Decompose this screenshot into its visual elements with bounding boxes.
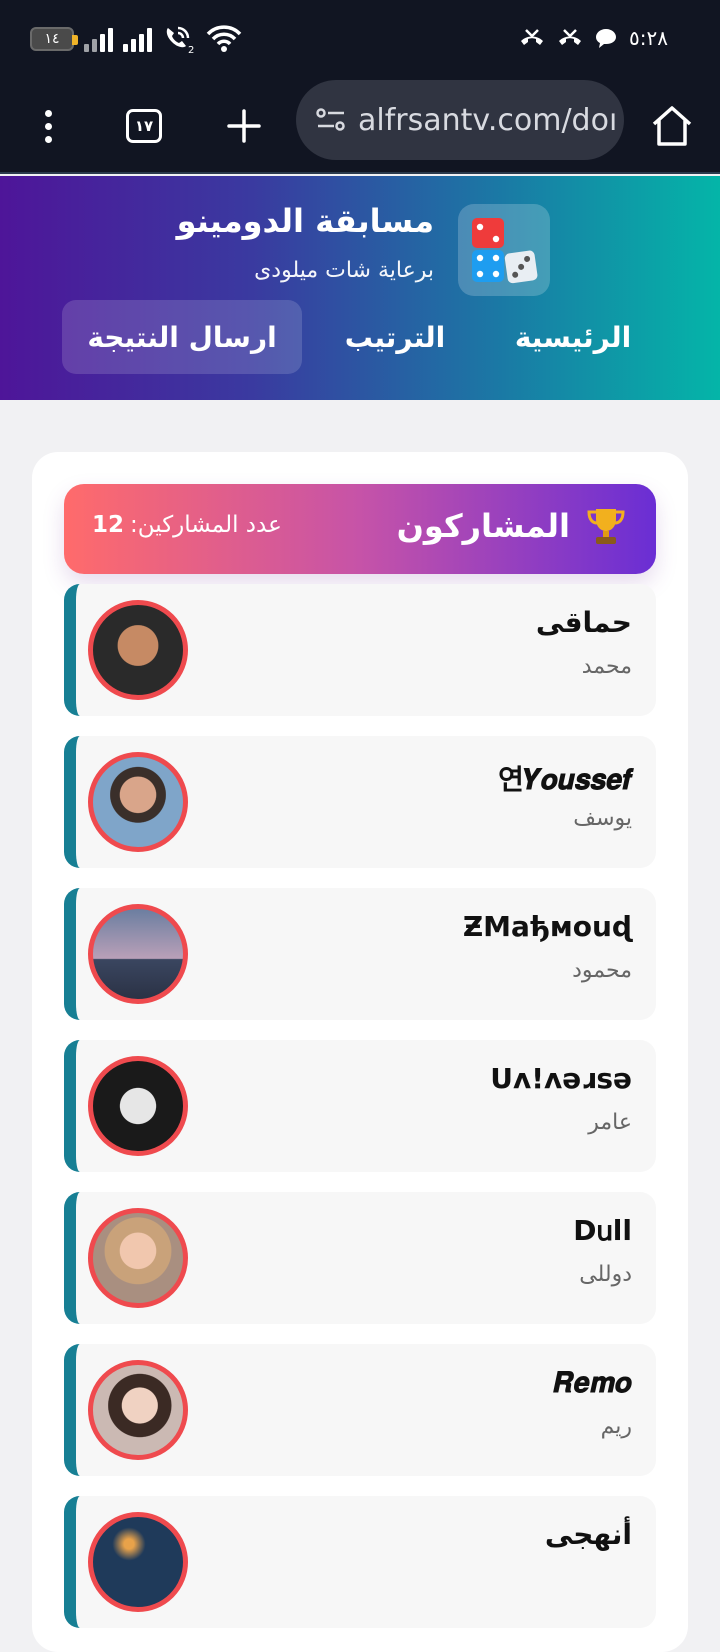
nav-home-link[interactable]: الرئيسية: [498, 300, 648, 374]
avatar: [88, 1360, 188, 1460]
participant-name: أنهجى: [544, 1518, 632, 1551]
nav-submit-result-link[interactable]: ارسال النتيجة: [62, 300, 302, 374]
site-subtitle: برعاية شات ميلودى: [254, 258, 434, 283]
new-tab-icon[interactable]: [220, 102, 268, 150]
wifi-icon: [206, 25, 242, 52]
signal-icon-2: [123, 26, 152, 52]
sim-label: 2: [188, 45, 194, 54]
participant-subtitle: محمد: [581, 654, 632, 679]
participants-count: عدد المشاركين: 12: [92, 512, 282, 538]
participant-row[interactable]: 𝑹𝒆𝒎𝒐 ريم: [64, 1344, 656, 1476]
chat-bubble-icon: [596, 29, 617, 48]
participant-subtitle: ريم: [600, 1414, 632, 1439]
url-text: alfrsantv.com/doı: [358, 102, 618, 138]
clock: ٥:٢٨: [629, 26, 668, 50]
missed-call-icon: [521, 29, 544, 45]
participant-subtitle: دوللى: [579, 1262, 632, 1287]
domino-logo-icon: [458, 204, 550, 296]
participant-row[interactable]: 연𝒀𝒐𝒖𝒔𝒔𝒆𝒇 يوسف: [64, 736, 656, 868]
site-header: مسابقة الدومينو برعاية شات ميلودى الرئيس…: [0, 176, 720, 400]
avatar: [88, 1512, 188, 1612]
participant-name: D𐌵ll: [573, 1214, 632, 1247]
participant-name: 연𝒀𝒐𝒖𝒔𝒔𝒆𝒇: [498, 763, 632, 796]
signal-icon: [84, 26, 113, 52]
avatar: [88, 1208, 188, 1308]
status-bar: ١٤ 2 ٥:٢٨: [0, 0, 720, 80]
participant-row[interactable]: حماقى محمد: [64, 584, 656, 716]
wifi-calling-icon: 2: [166, 26, 194, 54]
missed-call-icon-2: [559, 29, 582, 45]
avatar: [88, 752, 188, 852]
battery-level-label: ١٤: [44, 31, 60, 47]
participants-header: المشاركون عدد المشاركين: 12: [64, 484, 656, 574]
participant-name: حماقى: [535, 606, 632, 639]
participant-name: Uʌ!ʌǝɹsǝ: [490, 1062, 632, 1095]
trophy-icon: [587, 509, 625, 544]
avatar: [88, 904, 188, 1004]
nav-ranking-link[interactable]: الترتيب: [330, 300, 460, 374]
tab-count: ١٧: [126, 109, 162, 143]
site-settings-icon[interactable]: [316, 108, 346, 132]
participant-name: 𝑹𝒆𝒎𝒐: [553, 1366, 632, 1399]
participant-subtitle: يوسف: [573, 806, 632, 831]
participant-row[interactable]: Uʌ!ʌǝɹsǝ عامر: [64, 1040, 656, 1172]
participants-count-value: 12: [92, 512, 125, 538]
site-title: مسابقة الدومينو: [176, 202, 434, 240]
avatar: [88, 600, 188, 700]
participants-title: المشاركون: [397, 504, 628, 548]
participant-subtitle: عامر: [588, 1110, 632, 1135]
participants-heading: المشاركون: [396, 507, 570, 545]
participant-subtitle: محمود: [572, 958, 632, 983]
home-icon[interactable]: [648, 102, 696, 150]
avatar: [88, 1056, 188, 1156]
address-bar[interactable]: alfrsantv.com/doı: [296, 80, 624, 160]
battery-icon: ١٤: [30, 27, 78, 51]
participant-row[interactable]: D𐌵ll دوللى: [64, 1192, 656, 1324]
participants-count-label: عدد المشاركين:: [130, 512, 282, 538]
participant-row[interactable]: أنهجى: [64, 1496, 656, 1628]
participant-row[interactable]: ƵMaђмouɖ محمود: [64, 888, 656, 1020]
participant-name: ƵMaђмouɖ: [462, 910, 632, 943]
more-menu-icon[interactable]: [24, 102, 72, 150]
participants-card: المشاركون عدد المشاركين: 12 حماقى محمد 연…: [32, 452, 688, 1652]
tab-switcher-button[interactable]: ١٧: [120, 102, 168, 150]
